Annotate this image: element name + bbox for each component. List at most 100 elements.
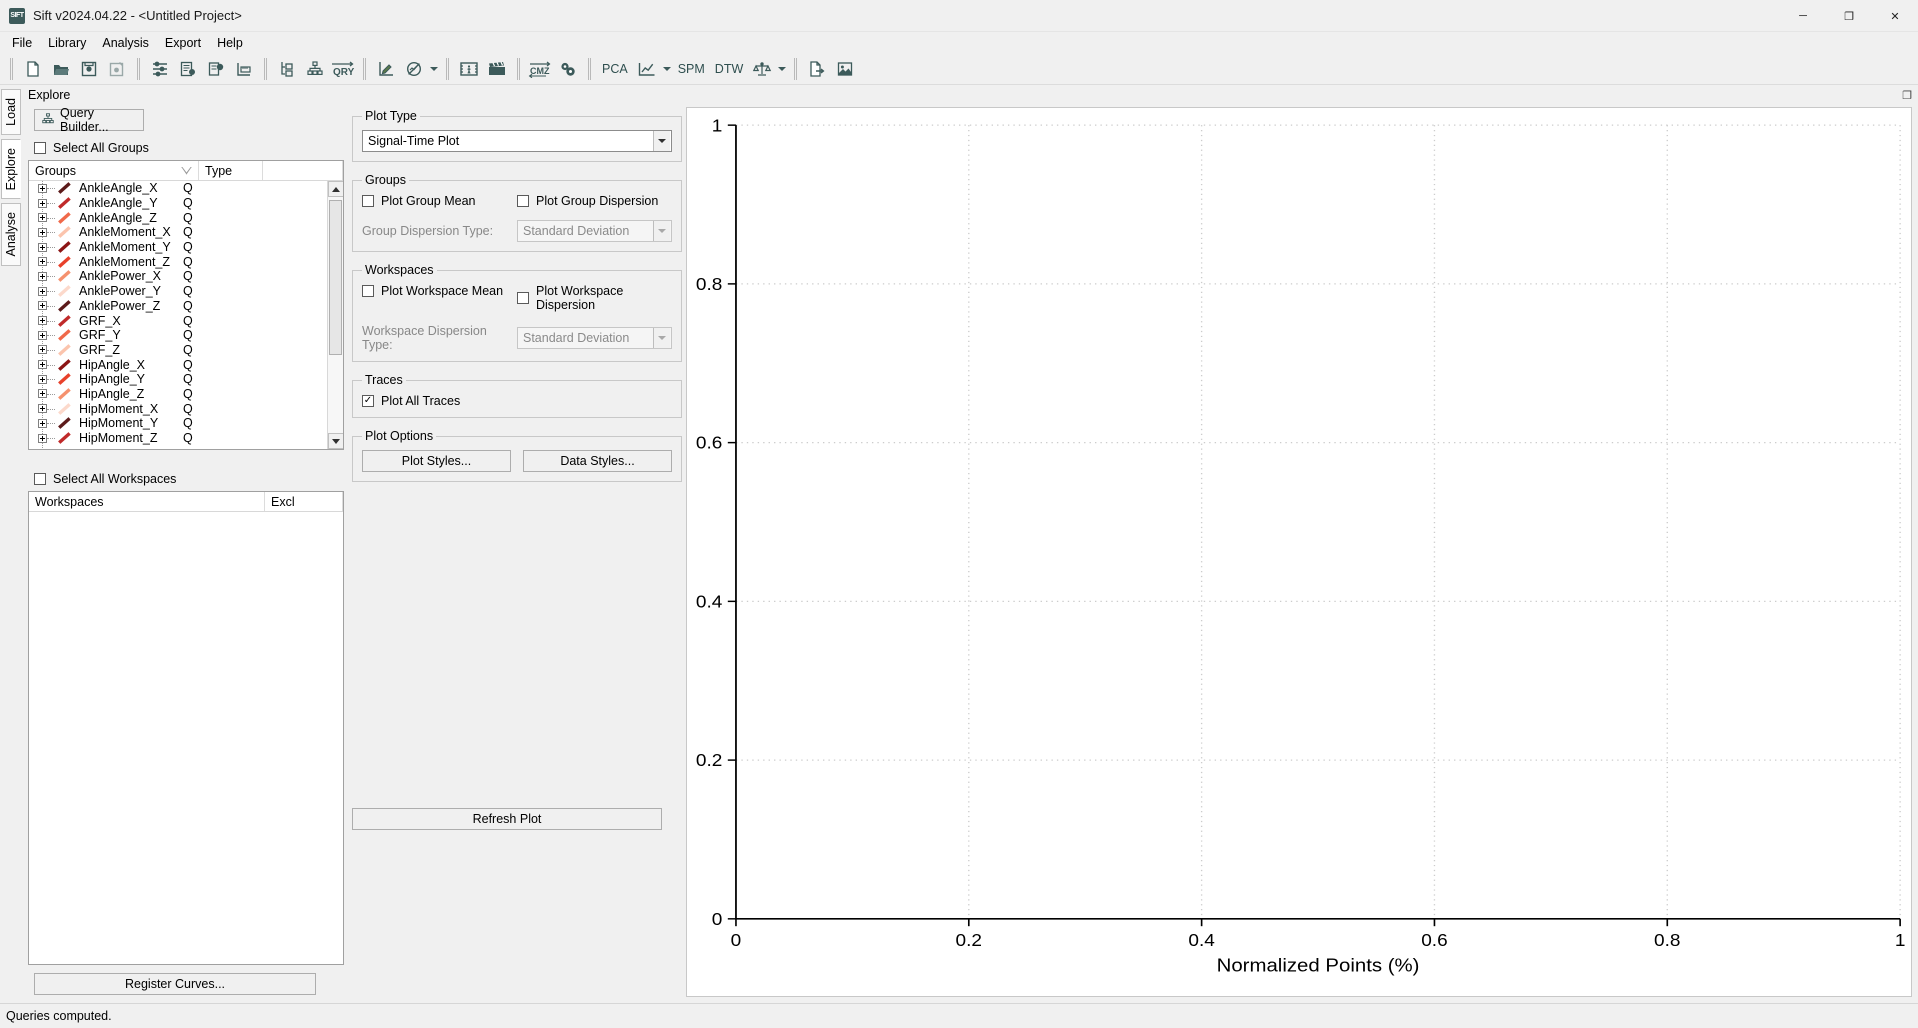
table-row[interactable]: AnkleMoment_Z Q xyxy=(29,254,343,269)
select-all-groups-row[interactable]: Select All Groups xyxy=(34,141,344,155)
chart-line-icon[interactable] xyxy=(634,56,660,82)
sliders-icon[interactable] xyxy=(147,56,173,82)
groups-vertical-scrollbar[interactable] xyxy=(327,181,343,449)
scroll-thumb[interactable] xyxy=(328,200,342,355)
expand-plus-icon[interactable] xyxy=(38,198,47,208)
dtw-text-icon[interactable]: DTW xyxy=(710,56,748,82)
expand-plus-icon[interactable] xyxy=(38,374,47,384)
chevron-down-icon[interactable] xyxy=(653,221,670,241)
expand-plus-icon[interactable] xyxy=(38,330,47,340)
sort-descending-icon[interactable] xyxy=(181,166,192,175)
table-row[interactable]: HipMoment_X Q xyxy=(29,401,343,416)
pca-text-icon[interactable]: PCA xyxy=(597,56,633,82)
film-person-icon[interactable] xyxy=(456,56,482,82)
column-header-workspaces[interactable]: Workspaces xyxy=(29,492,265,511)
signal-time-plot[interactable]: 0 0.2 0.4 0.6 0.8 1 0 0.2 0.4 0.6 0.8 1 Normalized … xyxy=(687,108,1911,996)
edit-pen-icon[interactable] xyxy=(373,56,399,82)
expand-plus-icon[interactable] xyxy=(38,257,47,267)
table-row[interactable]: HipMoment_Z Q xyxy=(29,431,343,446)
select-all-workspaces-checkbox[interactable] xyxy=(34,473,46,485)
export-image-icon[interactable] xyxy=(832,56,858,82)
gear-settings-icon[interactable] xyxy=(203,56,229,82)
scales-icon[interactable] xyxy=(749,56,775,82)
table-row[interactable]: AnklePower_Z Q xyxy=(29,299,343,314)
spm-text-icon[interactable]: SPM xyxy=(673,56,710,82)
expand-plus-icon[interactable] xyxy=(38,242,47,252)
plot-canvas[interactable]: 0 0.2 0.4 0.6 0.8 1 0 0.2 0.4 0.6 0.8 1 Normalized … xyxy=(686,107,1912,997)
table-row[interactable]: AnkleMoment_Y Q xyxy=(29,240,343,255)
expand-plus-icon[interactable] xyxy=(38,418,47,428)
data-styles-button[interactable]: Data Styles... xyxy=(523,450,672,472)
groups-table-body[interactable]: AnkleAngle_X Q AnkleAngle_Y Q AnkleAngle_Z Q A… xyxy=(29,181,343,449)
scroll-up-button[interactable] xyxy=(327,181,343,197)
plot-workspace-mean-row[interactable]: Plot Workspace Mean xyxy=(362,284,517,298)
table-row[interactable]: HipAngle_X Q xyxy=(29,357,343,372)
tree-structure-icon[interactable] xyxy=(274,56,300,82)
expand-plus-icon[interactable] xyxy=(38,286,47,296)
gears-icon[interactable] xyxy=(555,56,581,82)
chevron-down-icon[interactable] xyxy=(653,131,670,151)
register-curves-button[interactable]: Register Curves... xyxy=(34,973,316,995)
maximize-button[interactable]: ❐ xyxy=(1826,0,1872,32)
sidebar-tab-analyse[interactable]: Analyse xyxy=(1,203,21,266)
plot-all-traces-row[interactable]: Plot All Traces xyxy=(362,394,672,408)
close-button[interactable]: ✕ xyxy=(1872,0,1918,32)
menu-library[interactable]: Library xyxy=(40,34,94,52)
plot-group-mean-checkbox[interactable] xyxy=(362,195,374,207)
plot-group-dispersion-checkbox[interactable] xyxy=(517,195,529,207)
expand-plus-icon[interactable] xyxy=(38,404,47,414)
table-row[interactable]: HipMoment_Y Q xyxy=(29,416,343,431)
select-all-groups-checkbox[interactable] xyxy=(34,142,46,154)
plot-group-mean-row[interactable]: Plot Group Mean xyxy=(362,194,517,208)
expand-plus-icon[interactable] xyxy=(38,316,47,326)
table-row[interactable]: GRF_Y Q xyxy=(29,328,343,343)
expand-plus-icon[interactable] xyxy=(38,389,47,399)
export-file-icon[interactable] xyxy=(804,56,830,82)
cmz-icon[interactable]: CMZ xyxy=(527,56,553,82)
plot-workspace-dispersion-row[interactable]: Plot Workspace Dispersion xyxy=(517,284,672,312)
table-row[interactable]: GRF_X Q xyxy=(29,313,343,328)
table-row[interactable]: AnkleMoment_X Q xyxy=(29,225,343,240)
menu-file[interactable]: File xyxy=(4,34,40,52)
column-header-type[interactable]: Type xyxy=(199,161,263,180)
menu-help[interactable]: Help xyxy=(209,34,251,52)
column-header-groups[interactable]: Groups xyxy=(29,161,199,180)
expand-plus-icon[interactable] xyxy=(38,360,47,370)
signal-no-icon[interactable] xyxy=(401,56,427,82)
qry-icon[interactable]: QRY xyxy=(330,56,356,82)
group-dispersion-type-select[interactable]: Standard Deviation xyxy=(517,220,672,242)
document-settings-icon[interactable] xyxy=(175,56,201,82)
plot-workspace-mean-checkbox[interactable] xyxy=(362,285,374,297)
plot-type-select[interactable]: Signal-Time Plot xyxy=(362,130,672,152)
table-row[interactable]: AnkleAngle_Y Q xyxy=(29,196,343,211)
new-document-icon[interactable] xyxy=(20,56,46,82)
plot-workspace-dispersion-checkbox[interactable] xyxy=(517,292,529,304)
table-row[interactable]: AnkleAngle_X Q xyxy=(29,181,343,196)
clapperboard-icon[interactable] xyxy=(484,56,510,82)
sidebar-tab-load[interactable]: Load xyxy=(1,89,21,135)
table-row[interactable]: HipAngle_Z Q xyxy=(29,387,343,402)
signal-dropdown-caret-icon[interactable] xyxy=(428,56,440,82)
plot-styles-button[interactable]: Plot Styles... xyxy=(362,450,511,472)
save-as-icon[interactable] xyxy=(104,56,130,82)
open-folder-icon[interactable] xyxy=(48,56,74,82)
expand-plus-icon[interactable] xyxy=(38,227,47,237)
query-builder-button[interactable]: Query Builder... xyxy=(34,106,144,134)
scroll-down-button[interactable] xyxy=(327,433,343,449)
column-header-blank[interactable] xyxy=(263,161,343,180)
table-row[interactable]: AnklePower_Y Q xyxy=(29,284,343,299)
table-row[interactable]: AnkleAngle_Z Q xyxy=(29,210,343,225)
hierarchy-icon[interactable] xyxy=(302,56,328,82)
sidebar-tab-explore[interactable]: Explore xyxy=(1,138,21,200)
workspaces-table-body[interactable] xyxy=(29,512,343,964)
minimize-button[interactable]: ─ xyxy=(1780,0,1826,32)
expand-plus-icon[interactable] xyxy=(38,183,47,193)
expand-plus-icon[interactable] xyxy=(38,271,47,281)
plot-all-traces-checkbox[interactable] xyxy=(362,395,374,407)
scroll-track[interactable] xyxy=(327,197,343,433)
expand-plus-icon[interactable] xyxy=(38,433,47,443)
menu-export[interactable]: Export xyxy=(157,34,209,52)
scales-dropdown-caret-icon[interactable] xyxy=(776,56,788,82)
refresh-plot-button[interactable]: Refresh Plot xyxy=(352,808,662,830)
expand-plus-icon[interactable] xyxy=(38,301,47,311)
